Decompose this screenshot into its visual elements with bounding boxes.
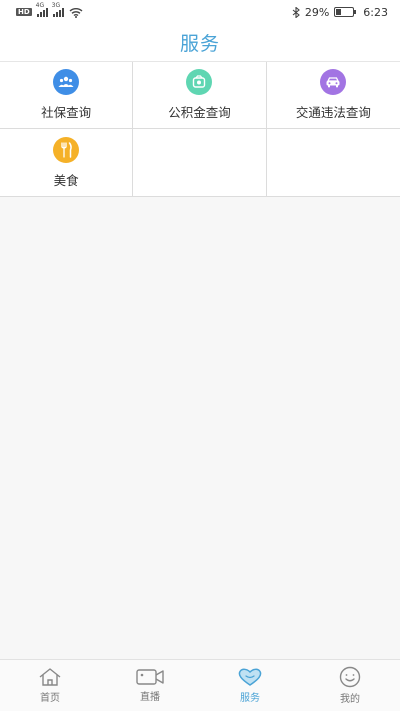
- tab-label: 服务: [240, 693, 260, 704]
- people-icon: [53, 69, 80, 95]
- status-bar: HD 4G 3G 29% 6:23: [0, 0, 400, 24]
- wallet-icon: [186, 69, 213, 95]
- heart-icon: [238, 668, 262, 686]
- signal-icon: 4G: [36, 2, 48, 17]
- video-camera-icon: [136, 669, 164, 685]
- tab-live[interactable]: 直播: [100, 660, 200, 711]
- service-food[interactable]: 美食: [0, 129, 134, 196]
- tab-mine[interactable]: 我的: [300, 660, 400, 711]
- header: 服务: [0, 24, 400, 62]
- wifi-icon: [69, 7, 83, 18]
- clock: 6:23: [363, 5, 388, 19]
- tab-services[interactable]: 服务: [200, 660, 300, 711]
- bluetooth-icon: [292, 6, 300, 18]
- page-title: 服务: [179, 33, 220, 55]
- battery-icon: [334, 7, 357, 17]
- service-housing-fund[interactable]: 公积金查询: [133, 62, 267, 129]
- smiley-icon: [339, 666, 361, 688]
- tab-label: 首页: [40, 693, 60, 704]
- fork-knife-icon: [53, 136, 80, 163]
- bottom-tab-bar: 首页 直播 服务 我的: [0, 659, 400, 711]
- service-label: 社保查询: [41, 105, 92, 120]
- tab-label: 直播: [140, 692, 160, 703]
- content-area: [0, 197, 400, 652]
- tab-home[interactable]: 首页: [0, 660, 100, 711]
- service-grid: 社保查询 公积金查询 交通违法查询 美食: [0, 62, 400, 197]
- service-traffic-violation[interactable]: 交通违法查询: [266, 62, 400, 129]
- service-label: 公积金查询: [168, 105, 231, 120]
- hd-indicator: HD: [16, 8, 32, 16]
- empty-cell: [133, 129, 267, 196]
- service-social-security[interactable]: 社保查询: [0, 62, 134, 129]
- signal-icon: 3G: [52, 2, 64, 17]
- battery-percent: 29%: [304, 5, 330, 19]
- service-label: 美食: [53, 172, 79, 188]
- home-icon: [39, 668, 61, 686]
- tab-label: 我的: [340, 694, 360, 705]
- car-icon: [320, 69, 347, 95]
- service-label: 交通违法查询: [295, 105, 371, 120]
- empty-cell: [266, 129, 400, 196]
